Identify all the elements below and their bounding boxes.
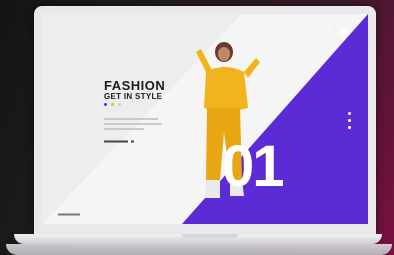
- hero-title: FASHION: [104, 78, 166, 93]
- slide-number: 01: [222, 134, 284, 199]
- laptop-keyboard-edge: [6, 244, 392, 255]
- footer-label: [58, 212, 80, 217]
- body-text-line: [104, 123, 162, 125]
- laptop-notch: [182, 234, 238, 238]
- yellow-dot[interactable]: [111, 103, 114, 106]
- body-text-line: [104, 118, 158, 120]
- instagram-icon[interactable]: [339, 28, 348, 37]
- footer-label-line: [58, 213, 80, 216]
- slider-pagination: [348, 112, 351, 129]
- pagination-dot[interactable]: [348, 112, 351, 115]
- read-more-line: [104, 140, 134, 143]
- color-dots: [104, 103, 121, 106]
- hero-subtitle: GET IN STYLE: [104, 92, 163, 101]
- purple-dot[interactable]: [104, 103, 107, 106]
- read-more-link[interactable]: [104, 140, 134, 144]
- gray-dot[interactable]: [118, 103, 121, 106]
- pagination-dot[interactable]: [348, 126, 351, 129]
- facebook-icon[interactable]: f: [328, 27, 331, 37]
- body-text-line: [104, 128, 144, 130]
- pagination-dot[interactable]: [348, 119, 351, 122]
- laptop-screen: 01 FASHION GET IN STYLE f: [42, 14, 368, 224]
- laptop-base: [14, 234, 382, 244]
